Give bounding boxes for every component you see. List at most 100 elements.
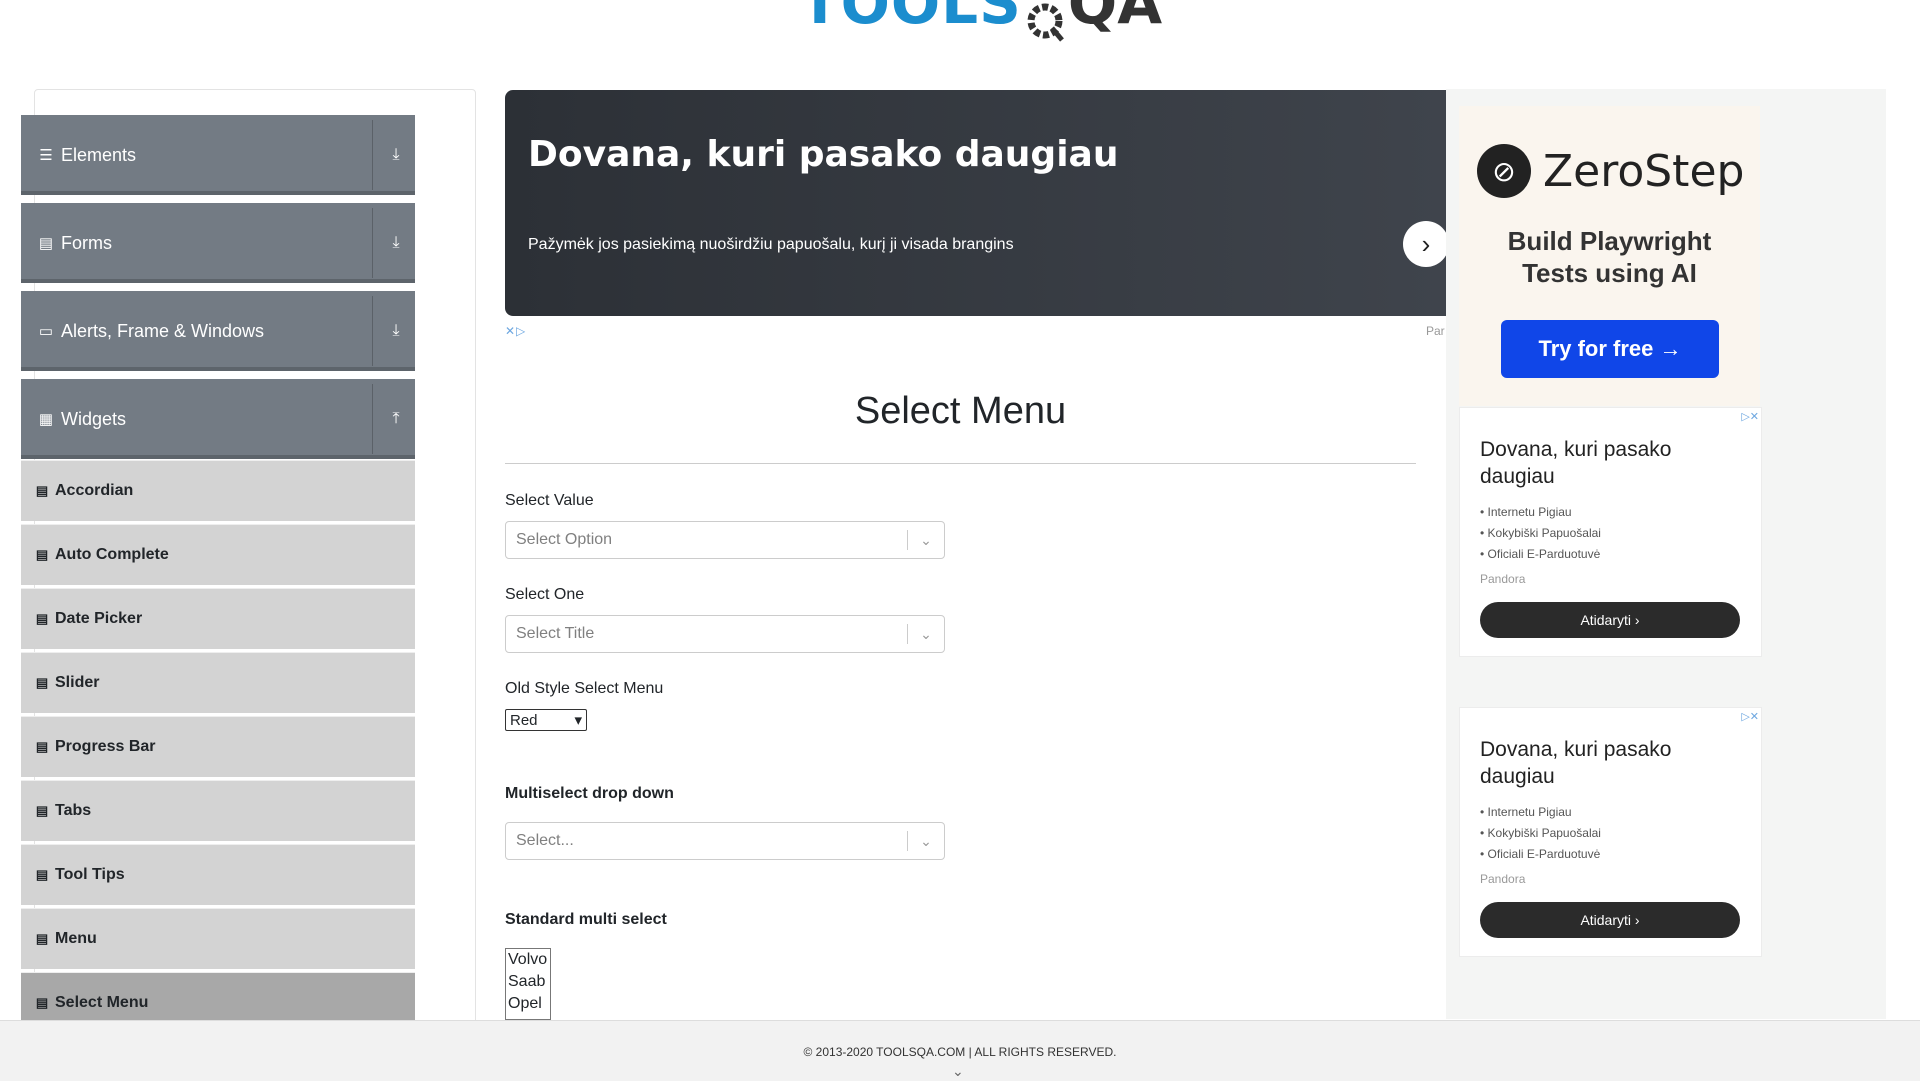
ad-bullet: • Oficiali E-Parduotuvė [1480, 547, 1601, 561]
list-icon: ▤ [35, 611, 49, 626]
collapse-icon[interactable]: ⤒ [387, 410, 405, 428]
expand-icon[interactable]: ⤓ [387, 146, 405, 164]
page-title: Select Menu [854, 390, 1067, 432]
logo-text-tools: TOOLS [800, 0, 1022, 37]
select-value-label: Select Value [505, 492, 594, 509]
multiselect-label: Multiselect drop down [505, 785, 674, 802]
old-style-select[interactable]: Red ▾ [505, 709, 587, 731]
adchoices-icon[interactable]: ▷✕ [1741, 410, 1759, 423]
sidebar-item-tool-tips[interactable]: ▤ Tool Tips [21, 844, 415, 905]
divider [372, 120, 373, 190]
sidebar-item-tabs[interactable]: ▤ Tabs [21, 780, 415, 841]
footer: © 2013-2020 TOOLSQA.COM | ALL RIGHTS RES… [0, 1020, 1920, 1081]
ad-bullet: • Oficiali E-Parduotuvė [1480, 847, 1601, 861]
sidebar-group-label: Widgets [61, 408, 127, 429]
expand-icon[interactable]: ⤓ [387, 322, 405, 340]
divider [372, 296, 373, 366]
zerostep-logo-icon: ⊘ [1477, 144, 1531, 198]
sidebar-item-auto-complete[interactable]: ▤ Auto Complete [21, 524, 415, 585]
logo-text-qa: QA [1067, 0, 1163, 37]
list-icon: ▤ [35, 867, 49, 882]
sidebar-item-label: Select Menu [55, 994, 149, 1011]
chevron-down-icon[interactable]: ⌄ [908, 626, 944, 643]
pandora-ad-card[interactable]: ▷✕ Dovana, kuri pasako daugiau • Interne… [1459, 407, 1762, 657]
title-divider [505, 463, 1416, 464]
select-one-label: Select One [505, 586, 585, 603]
ad-bullets: • Internetu Pigiau • Kokybiški Papuošala… [1480, 802, 1601, 865]
sidebar-item-progress-bar[interactable]: ▤ Progress Bar [21, 716, 415, 777]
sidebar-group-widgets[interactable]: ▦ Widgets ⤒ [21, 379, 415, 459]
sidebar-item-menu[interactable]: ▤ Menu [21, 908, 415, 969]
sidebar-item-label: Menu [55, 930, 97, 947]
try-for-free-button[interactable]: Try for free → [1501, 320, 1719, 378]
site-logo[interactable]: TOOLS QA [800, 0, 1162, 55]
banner-ad-title: Dovana, kuri pasako daugiau [528, 134, 1119, 175]
list-icon: ▤ [35, 483, 49, 498]
select-one-dropdown[interactable]: Select Title ⌄ [505, 615, 945, 653]
footer-copyright: © 2013-2020 TOOLSQA.COM | ALL RIGHTS RES… [803, 1045, 1117, 1059]
pandora-ad-card[interactable]: ▷✕ Dovana, kuri pasako daugiau • Interne… [1459, 707, 1762, 957]
zerostep-logo: ⊘ ZeroStep [1477, 144, 1744, 198]
open-ad-button[interactable]: Atidaryti › [1480, 602, 1740, 638]
ad-brand: Pandora [1480, 572, 1526, 586]
ad-bullet: • Internetu Pigiau [1480, 805, 1572, 819]
divider [372, 384, 373, 454]
ad-bullet: • Kokybiški Papuošalai [1480, 826, 1601, 840]
adchoices-icon[interactable]: ✕▷ [505, 324, 526, 338]
list-icon: ▤ [35, 547, 49, 562]
list-icon: ▤ [35, 739, 49, 754]
open-ad-button[interactable]: Atidaryti › [1480, 902, 1740, 938]
multiselect-placeholder: Select... [516, 832, 574, 849]
multiselect-dropdown[interactable]: Select... ⌄ [505, 822, 945, 860]
old-style-selected-value: Red [510, 711, 538, 729]
sidebar-item-label: Accordian [55, 482, 134, 499]
sidebar-item-label: Date Picker [55, 610, 143, 627]
file-icon: ▤ [38, 235, 54, 252]
zerostep-name: ZeroStep [1543, 145, 1745, 197]
zerostep-tagline-1: Build Playwright [1507, 226, 1712, 256]
multi-select-option[interactable]: Opel [506, 993, 550, 1015]
gear-icon [1022, 0, 1068, 44]
standard-multi-select-label: Standard multi select [505, 911, 667, 928]
expand-icon[interactable]: ⤓ [387, 234, 405, 252]
chevron-down-icon[interactable]: ⌄ [952, 1063, 964, 1080]
select-one-placeholder: Select Title [516, 625, 595, 642]
sidebar-item-label: Tabs [55, 802, 92, 819]
list-icon: ▤ [35, 995, 49, 1010]
standard-multi-select[interactable]: Volvo Saab Opel [505, 948, 551, 1020]
divider [372, 208, 373, 278]
ad-bullet: • Internetu Pigiau [1480, 505, 1572, 519]
adchoices-icon[interactable]: ▷✕ [1741, 710, 1759, 723]
sidebar-group-elements[interactable]: ☰ Elements ⤓ [21, 115, 415, 195]
ad-title: Dovana, kuri pasako daugiau [1480, 438, 1672, 488]
list-icon: ▤ [35, 803, 49, 818]
multi-select-option[interactable]: Saab [506, 971, 550, 993]
sidebar-group-label: Forms [61, 232, 112, 253]
banner-ad-subtitle: Pažymėk jos pasiekimą nuoširdžiu papuoša… [528, 236, 1014, 253]
sidebar-item-label: Progress Bar [55, 738, 156, 755]
banner-ad-partial-text: Par [1426, 324, 1445, 338]
sidebar-item-accordian[interactable]: ▤ Accordian [21, 460, 415, 521]
sidebar-group-alerts[interactable]: ▭ Alerts, Frame & Windows ⤓ [21, 291, 415, 371]
chevron-down-icon[interactable]: ⌄ [908, 532, 944, 549]
select-value-placeholder: Select Option [516, 531, 613, 548]
chevron-down-icon[interactable]: ⌄ [908, 833, 944, 850]
sidebar-group-forms[interactable]: ▤ Forms ⤓ [21, 203, 415, 283]
ad-title: Dovana, kuri pasako daugiau [1480, 738, 1672, 788]
zerostep-tagline-2: Tests using AI [1522, 258, 1697, 288]
sidebar-item-date-picker[interactable]: ▤ Date Picker [21, 588, 415, 649]
multi-select-option[interactable]: Volvo [506, 949, 550, 971]
sidebar-item-slider[interactable]: ▤ Slider [21, 652, 415, 713]
list-icon: ▤ [35, 675, 49, 690]
ad-bullets: • Internetu Pigiau • Kokybiški Papuošala… [1480, 502, 1601, 565]
window-icon: ▭ [38, 323, 54, 340]
widgets-icon: ▦ [38, 411, 54, 428]
chevron-right-icon[interactable]: › [1403, 221, 1446, 267]
chevron-down-icon: ▾ [574, 712, 582, 729]
select-value-dropdown[interactable]: Select Option ⌄ [505, 521, 945, 559]
ad-brand: Pandora [1480, 872, 1526, 886]
banner-ad[interactable]: Dovana, kuri pasako daugiau Pažymėk jos … [505, 90, 1446, 316]
zerostep-ad[interactable]: ⊘ ZeroStep Build Playwright Tests using … [1459, 106, 1760, 406]
sidebar-group-label: Elements [61, 144, 137, 165]
list-icon: ▤ [35, 931, 49, 946]
